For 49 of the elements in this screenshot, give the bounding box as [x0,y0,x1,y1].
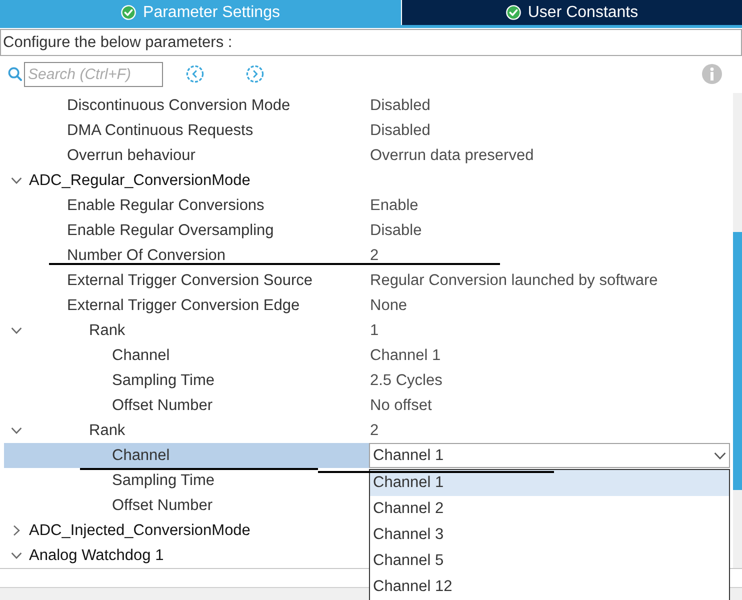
parameter-name[interactable]: Rank [89,318,126,342]
dropdown-field[interactable]: Channel 1 [369,443,730,468]
parameter-value: Channel 1 [369,346,441,366]
group-label[interactable]: ADC_Regular_ConversionMode [29,168,250,192]
parameter-value: 2 [369,420,379,441]
dropdown-option[interactable]: Channel 1 [370,470,729,496]
parameter-value: Regular Conversion launched by software [369,270,658,291]
chevron-right-icon[interactable] [10,525,22,536]
parameter-name[interactable]: Channel [112,444,170,468]
parameter-name[interactable]: Number Of Conversion [67,244,226,268]
parameter-name[interactable]: Discontinuous Conversion Mode [67,94,290,118]
parameter-name[interactable]: External Trigger Conversion Source [67,268,313,292]
previous-icon[interactable] [186,65,204,83]
parameter-value: Enable [369,196,418,216]
parameter-name[interactable]: Sampling Time [112,468,215,492]
parameter-value: Disabled [369,96,430,116]
parameter-name[interactable]: Enable Regular Oversampling [67,218,274,242]
parameter-value: 1 [369,320,379,341]
parameter-value: None [369,296,408,316]
parameter-name[interactable]: DMA Continuous Requests [67,118,254,142]
scrollbar-thumb[interactable] [733,232,742,490]
parameter-value: 2 [369,246,379,266]
next-icon[interactable] [246,65,264,83]
parameter-name[interactable]: Channel [112,344,170,368]
parameter-value: Disable [369,220,422,241]
chevron-down-icon[interactable] [10,550,22,561]
parameter-name[interactable]: Enable Regular Conversions [67,194,264,218]
search-field[interactable]: Search (Ctrl+F) [24,62,163,86]
parameter-name[interactable]: Rank [89,418,126,442]
parameter-name[interactable]: Sampling Time [112,368,215,392]
parameter-value: Overrun data preserved [369,146,534,166]
tab[interactable]: User Constants [402,0,742,25]
search-icon [8,67,22,81]
chevron-down-icon [714,452,726,460]
check-circle-icon [121,5,136,20]
parameter-name[interactable]: External Trigger Conversion Edge [67,294,300,318]
parameter-name[interactable]: Offset Number [112,394,213,418]
parameter-value: 2.5 Cycles [369,370,442,391]
chevron-down-icon[interactable] [10,175,22,186]
description-bar: Configure the below parameters : [0,29,742,56]
parameter-value: Disabled [369,120,430,141]
parameter-name[interactable]: Overrun behaviour [67,144,196,168]
check-circle-icon [506,5,521,20]
chevron-down-icon[interactable] [10,425,22,436]
group-label[interactable]: Analog Watchdog 1 [29,544,164,568]
group-label[interactable]: ADC_Injected_ConversionMode [29,518,250,542]
parameter-name[interactable]: Offset Number [112,494,213,518]
parameter-value: No offset [369,396,432,416]
chevron-down-icon[interactable] [10,325,22,336]
